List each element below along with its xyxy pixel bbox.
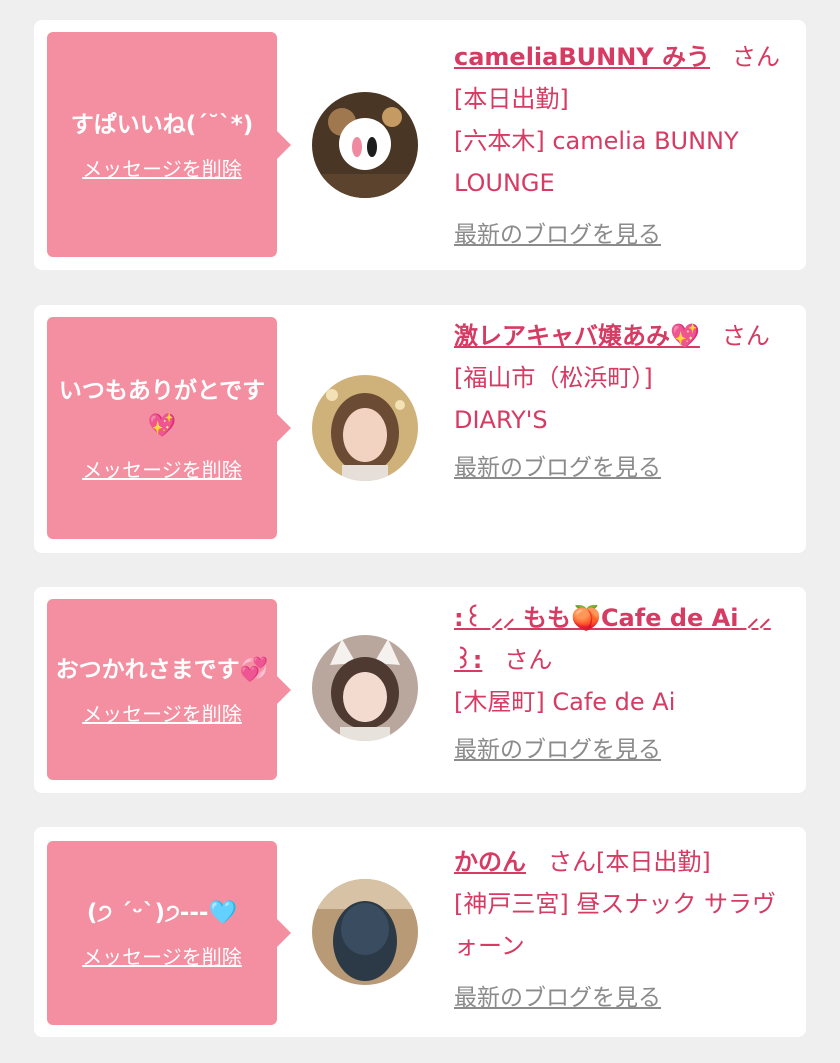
shop-location: [福山市（松浜町）] DIARY'S	[454, 364, 653, 434]
honorific: さん	[732, 43, 781, 71]
message-card: いつもありがとです💖 メッセージを削除 激レアキャバ嬢あみ💖 さん [福山市（松浜…	[34, 305, 806, 553]
profile-name-link[interactable]: cameliaBUNNY みう	[454, 43, 710, 71]
message-bubble: すぱいいね(ˊ˘ˋ*) メッセージを削除	[47, 32, 291, 257]
honorific: さん	[504, 646, 553, 674]
honorific: さん	[548, 848, 596, 876]
work-status: [本日出勤]	[454, 85, 569, 113]
latest-blog-link[interactable]: 最新のブログを見る	[454, 447, 799, 489]
message-card: おつかれさまです💞 メッセージを削除 :꒰ ⸝⸝ もも🍑Cafe de Ai ⸝…	[34, 587, 806, 793]
avatar[interactable]	[312, 92, 418, 198]
avatar[interactable]	[312, 879, 418, 985]
message-text: (੭ ˊᵕˋ)੭---🩵	[86, 900, 238, 926]
message-text: いつもありがとです💖	[58, 377, 266, 439]
delete-message-link[interactable]: メッセージを削除	[82, 153, 242, 182]
message-card: すぱいいね(ˊ˘ˋ*) メッセージを削除 cameliaBUNNY みう さん […	[34, 20, 806, 270]
profile-info: :꒰ ⸝⸝ もも🍑Cafe de Ai ⸝⸝ ꒱: さん [木屋町] Cafe d…	[454, 597, 799, 771]
avatar-photo-icon	[312, 375, 418, 481]
delete-message-link[interactable]: メッセージを削除	[82, 454, 242, 483]
latest-blog-link[interactable]: 最新のブログを見る	[454, 729, 799, 771]
latest-blog-link[interactable]: 最新のブログを見る	[454, 977, 799, 1019]
honorific: さん	[721, 322, 770, 350]
message-bubble: いつもありがとです💖 メッセージを削除	[47, 317, 291, 539]
avatar-photo-icon	[312, 635, 418, 741]
profile-name-link[interactable]: 激レアキャバ嬢あみ💖	[454, 322, 700, 350]
message-text: すぱいいね(ˊ˘ˋ*)	[70, 111, 254, 138]
profile-info: cameliaBUNNY みう さん [本日出勤] [六本木] camelia B…	[454, 36, 799, 256]
avatar-photo-icon	[312, 879, 418, 985]
work-status: [本日出勤]	[596, 848, 711, 876]
avatar-photo-icon	[312, 92, 418, 198]
shop-location: [神戸三宮] 昼スナック サラヴォーン	[454, 890, 776, 960]
latest-blog-link[interactable]: 最新のブログを見る	[454, 214, 799, 256]
profile-info: 激レアキャバ嬢あみ💖 さん [福山市（松浜町）] DIARY'S 最新のブログを見…	[454, 315, 799, 489]
avatar[interactable]	[312, 635, 418, 741]
profile-info: かのん さん[本日出勤] [神戸三宮] 昼スナック サラヴォーン 最新のブログを見…	[454, 841, 799, 1019]
message-card: (੭ ˊᵕˋ)੭---🩵 メッセージを削除 かのん さん[本日出勤] [神戸三宮]…	[34, 827, 806, 1037]
message-list: すぱいいね(ˊ˘ˋ*) メッセージを削除 cameliaBUNNY みう さん […	[0, 0, 840, 1063]
delete-message-link[interactable]: メッセージを削除	[82, 941, 242, 970]
shop-location: [六本木] camelia BUNNY LOUNGE	[454, 127, 739, 197]
message-text: おつかれさまです💞	[55, 656, 269, 683]
message-bubble: (੭ ˊᵕˋ)੭---🩵 メッセージを削除	[47, 841, 291, 1025]
delete-message-link[interactable]: メッセージを削除	[82, 698, 242, 727]
avatar[interactable]	[312, 375, 418, 481]
profile-name-link[interactable]: かのん	[454, 848, 526, 876]
message-bubble: おつかれさまです💞 メッセージを削除	[47, 599, 291, 780]
shop-location: [木屋町] Cafe de Ai	[454, 688, 676, 716]
profile-name-link[interactable]: :꒰ ⸝⸝ もも🍑Cafe de Ai ⸝⸝ ꒱:	[454, 604, 771, 674]
